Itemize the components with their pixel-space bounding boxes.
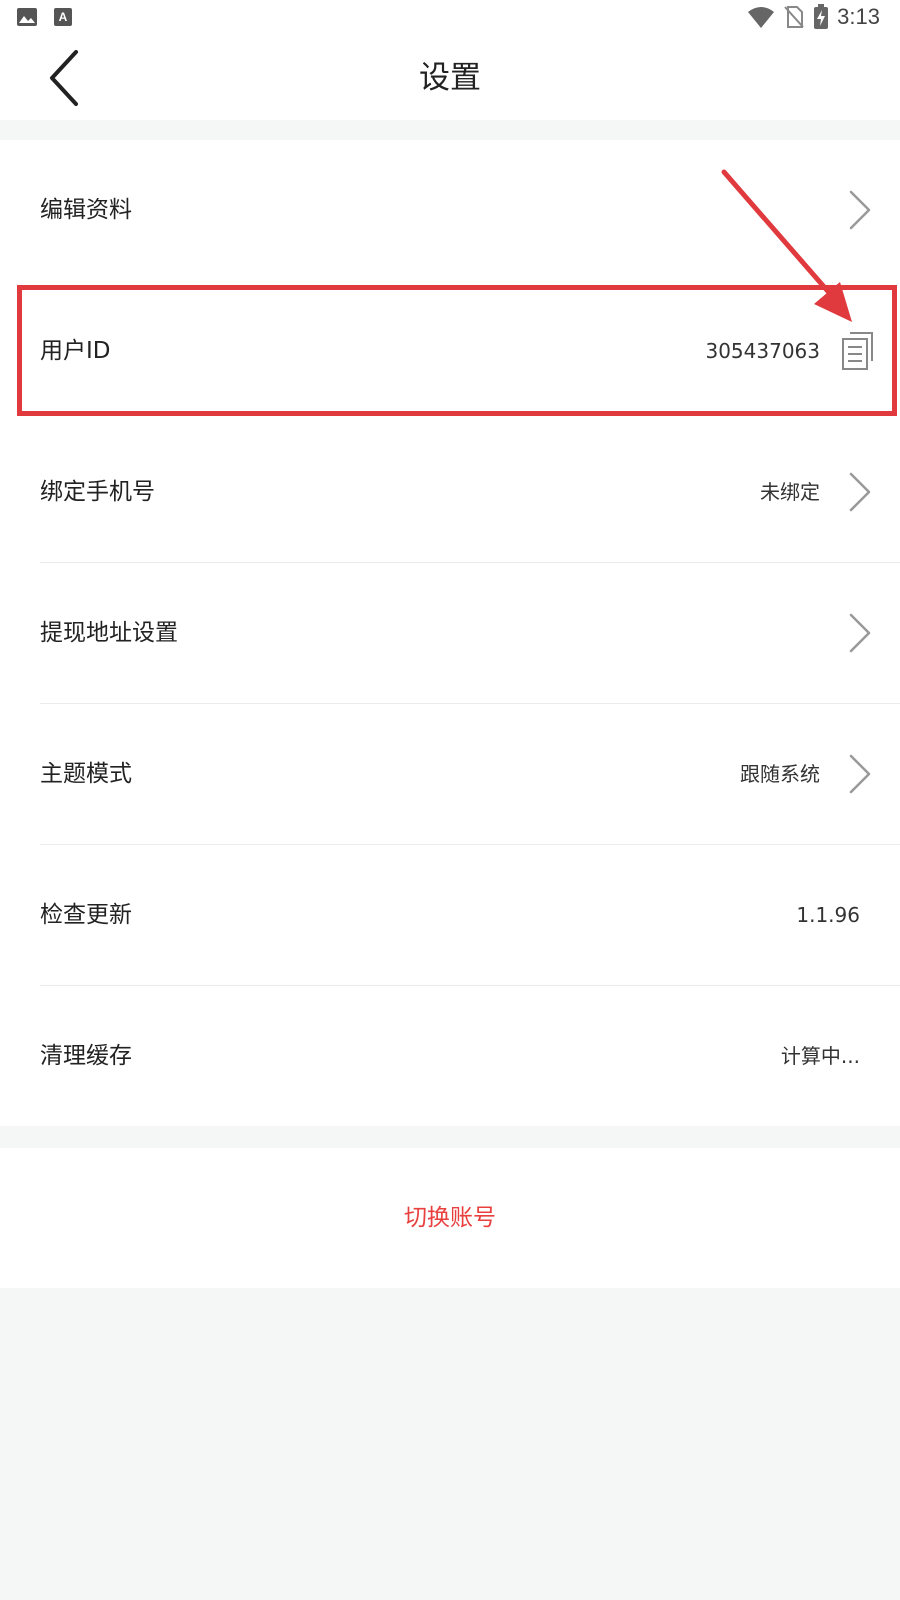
settings-row-withdraw-address[interactable]: 提现地址设置 [0, 563, 900, 704]
version-value: 1.1.96 [796, 903, 860, 927]
row-label: 用户ID [40, 338, 111, 364]
chevron-right-icon [849, 754, 871, 794]
row-label: 绑定手机号 [40, 479, 155, 505]
settings-row-user-id: 用户ID 305437063 [0, 281, 900, 422]
page-title: 设置 [419, 60, 481, 96]
chevron-right-icon [849, 472, 871, 512]
keyboard-a-icon: A [54, 8, 72, 26]
switch-account-button[interactable]: 切换账号 [0, 1148, 900, 1288]
battery-charging-icon [814, 4, 829, 29]
svg-text:A: A [59, 10, 68, 24]
chevron-right-icon [849, 190, 871, 230]
image-icon [17, 8, 37, 26]
copy-icon[interactable] [840, 331, 876, 371]
no-sim-icon [784, 6, 804, 28]
row-label: 主题模式 [40, 761, 132, 787]
wifi-icon [748, 7, 775, 28]
user-id-value: 305437063 [705, 339, 820, 363]
cache-size-value: 计算中... [780, 1044, 860, 1068]
settings-row-bind-phone[interactable]: 绑定手机号 未绑定 [0, 422, 900, 563]
settings-row-check-update[interactable]: 检查更新 1.1.96 [0, 845, 900, 986]
row-label: 编辑资料 [40, 197, 132, 223]
settings-row-edit-profile[interactable]: 编辑资料 [0, 140, 900, 281]
status-time: 3:13 [837, 4, 880, 29]
switch-account-card: 切换账号 [0, 1148, 900, 1288]
settings-row-clear-cache[interactable]: 清理缓存 计算中... [0, 986, 900, 1127]
header-bar: 设置 [0, 36, 900, 120]
status-bar: A 3:13 [0, 0, 900, 36]
row-label: 清理缓存 [40, 1043, 132, 1069]
row-label: 提现地址设置 [40, 620, 178, 646]
chevron-right-icon [849, 613, 871, 653]
settings-row-theme-mode[interactable]: 主题模式 跟随系统 [0, 704, 900, 845]
bind-phone-status: 未绑定 [760, 480, 820, 504]
theme-mode-value: 跟随系统 [740, 762, 820, 786]
settings-list: 编辑资料 用户ID 305437063 绑定手机号 未绑定 提现地址设置 主题模… [0, 140, 900, 1126]
row-label: 检查更新 [40, 902, 132, 928]
